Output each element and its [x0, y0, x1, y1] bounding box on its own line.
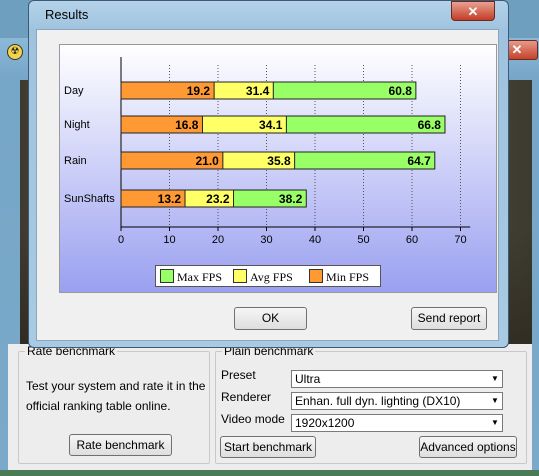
x-tick-label: 0	[118, 234, 124, 246]
radiation-icon: ☢	[7, 44, 23, 60]
legend-item: Min FPS	[309, 269, 369, 285]
video-mode-select[interactable]: 1920x1200 ▼	[291, 414, 503, 432]
legend-label: Max FPS	[177, 270, 223, 284]
legend-item: Max FPS	[160, 269, 222, 285]
legend-label: Avg FPS	[250, 270, 293, 284]
chart-legend: Max FPS Avg FPS Min FPS	[155, 265, 381, 287]
fps-chart: 0 10 20 30 40 50 60 70 Day 19.2 31.4 60.8 Night 16.8 3…	[59, 44, 497, 293]
video-mode-value: 1920x1200	[295, 416, 355, 430]
benchmark-panel: Rate benchmark Test your system and rate…	[8, 344, 532, 470]
bar-value-label: 31.4	[246, 84, 270, 98]
ok-button[interactable]: OK	[234, 307, 307, 330]
send-report-button[interactable]: Send report	[411, 307, 487, 330]
results-dialog: Results ✕ 0 10 20 30 40 50 60 70 Day 19.2 31.4 60.8…	[28, 0, 509, 348]
bar-value-label: 34.1	[259, 118, 283, 132]
fps-chart-svg: 0 10 20 30 40 50 60 70 Day 19.2 31.4 60.8 Night 16.8 3…	[64, 57, 471, 246]
preset-label: Preset	[221, 368, 256, 382]
x-tick-label: 20	[212, 234, 224, 246]
chevron-down-icon: ▼	[491, 396, 499, 405]
category-label: SunShafts	[64, 193, 115, 205]
category-label: Night	[64, 119, 90, 131]
renderer-label: Renderer	[221, 390, 272, 404]
rate-benchmark-group: Rate benchmark Test your system and rate…	[18, 344, 210, 464]
bar-value-label: 60.8	[389, 84, 413, 98]
x-tick-label: 60	[406, 234, 418, 246]
x-tick-label: 10	[163, 234, 175, 246]
rate-benchmark-button[interactable]: Rate benchmark	[69, 434, 172, 456]
bar-value-label: 16.8	[175, 118, 199, 132]
category-label: Rain	[64, 155, 87, 167]
rate-description: Test your system and rate it in the offi…	[26, 379, 206, 413]
desktop-strip	[0, 470, 539, 476]
legend-swatch	[160, 269, 174, 283]
bar-value-label: 35.8	[267, 154, 291, 168]
advanced-options-button[interactable]: Advanced options	[419, 436, 517, 458]
chevron-down-icon: ▼	[491, 374, 499, 383]
plain-benchmark-group: Plain benchmark Preset Ultra ▼ Renderer …	[215, 344, 527, 464]
preset-value: Ultra	[295, 372, 321, 386]
x-tick-label: 50	[357, 234, 369, 246]
bar-value-label: 13.2	[158, 192, 182, 206]
preset-select[interactable]: Ultra ▼	[291, 370, 503, 388]
legend-item: Avg FPS	[233, 269, 293, 285]
bar-value-label: 64.7	[407, 154, 431, 168]
results-client-area: 0 10 20 30 40 50 60 70 Day 19.2 31.4 60.8 Night 16.8 3…	[36, 29, 499, 341]
x-tick-label: 70	[454, 234, 466, 246]
bar-value-label: 23.2	[206, 192, 230, 206]
bar-value-label: 21.0	[195, 154, 219, 168]
legend-swatch	[233, 269, 247, 283]
chevron-down-icon: ▼	[491, 418, 499, 427]
results-close-button[interactable]: ✕	[451, 1, 495, 21]
video-mode-label: Video mode	[221, 412, 285, 426]
start-benchmark-button[interactable]: Start benchmark	[220, 436, 316, 458]
renderer-value: Enhan. full dyn. lighting (DX10)	[295, 394, 461, 408]
legend-swatch	[309, 269, 323, 283]
results-title: Results	[45, 7, 89, 22]
category-label: Day	[64, 85, 84, 97]
bar-value-label: 66.8	[418, 118, 442, 132]
bar-value-label: 38.2	[279, 192, 303, 206]
renderer-select[interactable]: Enhan. full dyn. lighting (DX10) ▼	[291, 392, 503, 410]
x-tick-label: 40	[309, 234, 321, 246]
legend-label: Min FPS	[326, 270, 370, 284]
x-tick-label: 30	[260, 234, 272, 246]
bar-value-label: 19.2	[187, 84, 211, 98]
